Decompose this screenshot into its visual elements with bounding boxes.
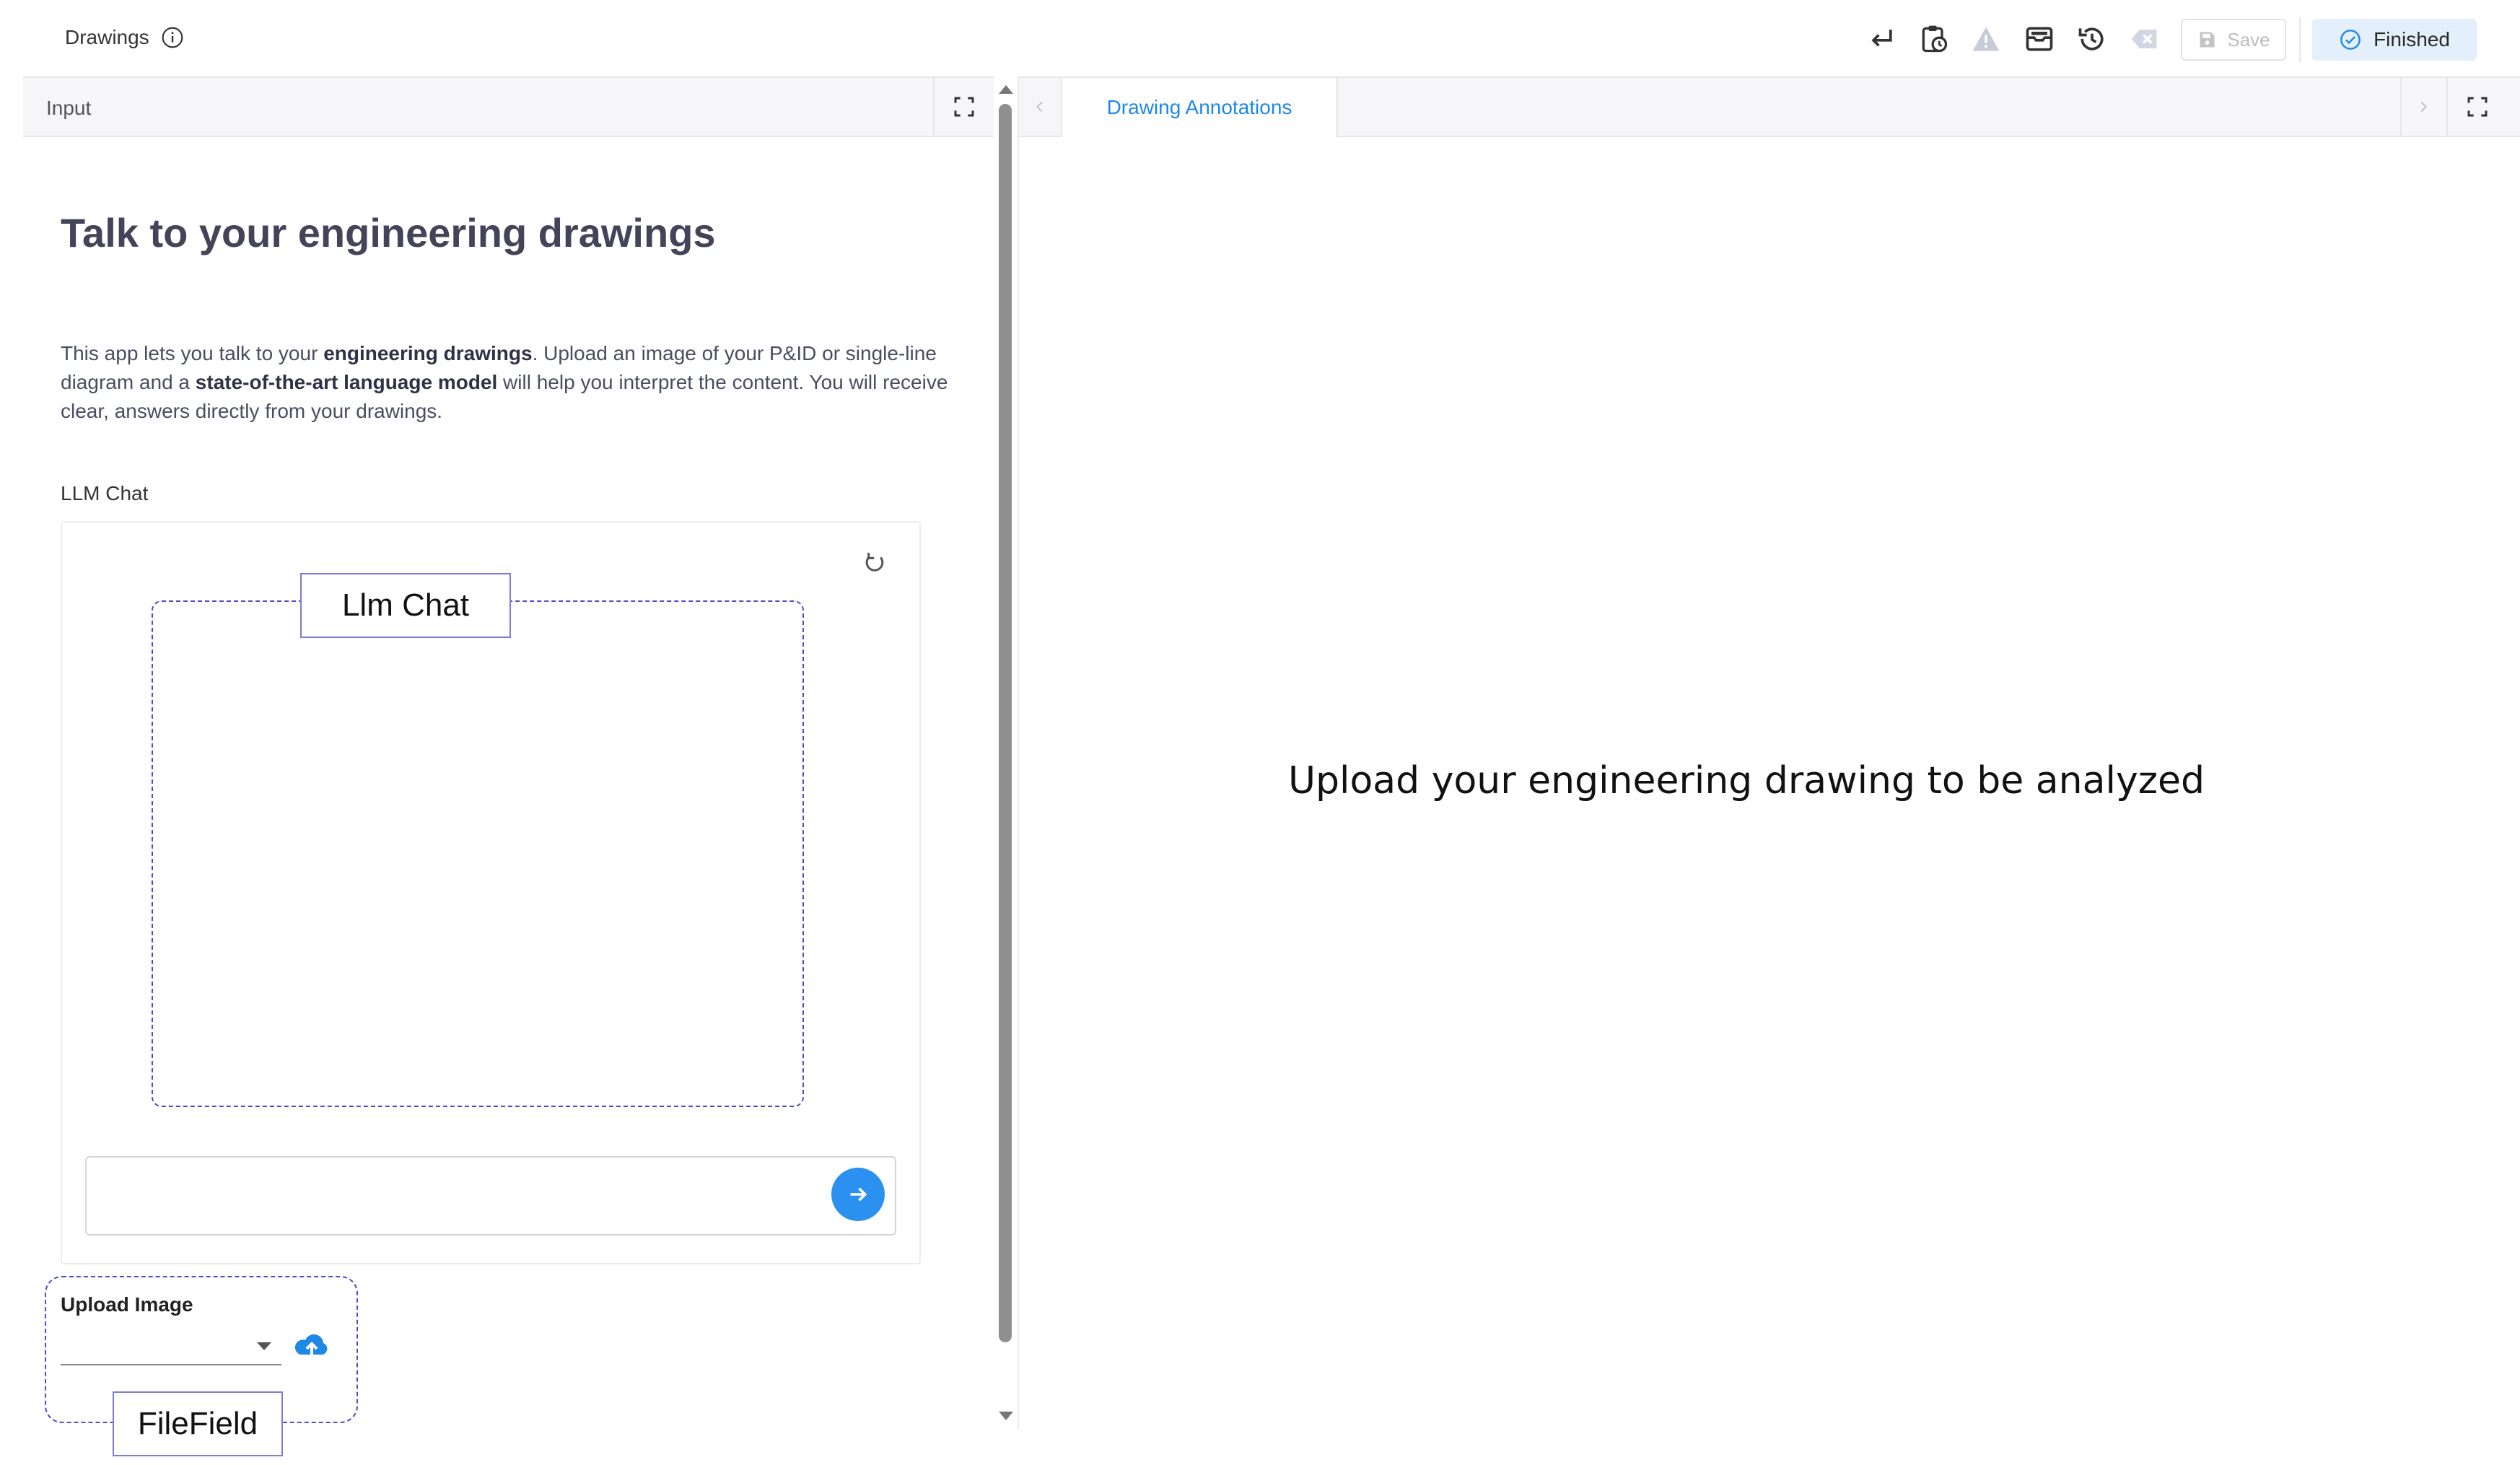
app-title-text: Drawings: [65, 26, 149, 48]
history-icon[interactable]: [2075, 22, 2109, 56]
clipboard-clock-icon[interactable]: [1917, 22, 1951, 56]
clear-icon[interactable]: [2127, 22, 2162, 56]
upload-image-label: Upload Image: [61, 1293, 193, 1316]
chevron-down-icon: [257, 1342, 271, 1350]
input-panel-header: Input: [23, 76, 994, 137]
chevron-right-icon: [2420, 101, 2427, 113]
llm-chat-card: Llm Chat: [61, 521, 921, 1264]
scroll-up-arrow-icon[interactable]: [999, 85, 1013, 94]
info-icon[interactable]: [161, 26, 184, 49]
arrow-right-icon: [850, 1187, 867, 1202]
upload-image-select[interactable]: [61, 1332, 281, 1365]
page-title: Talk to your engineering drawings: [61, 210, 716, 255]
tab-drawing-annotations[interactable]: Drawing Annotations: [1062, 76, 1338, 137]
input-panel-label: Input: [46, 97, 92, 119]
tab-scroll-right-button[interactable]: [2400, 76, 2445, 137]
return-icon[interactable]: [1864, 22, 1899, 56]
input-panel-content: Talk to your engineering drawings This a…: [23, 137, 994, 1456]
app-title: Drawings: [65, 26, 184, 49]
save-button-label: Save: [2227, 28, 2270, 51]
cloud-upload-icon[interactable]: [292, 1328, 332, 1363]
chevron-left-icon: [1036, 101, 1043, 113]
panel-divider: [1018, 76, 1019, 1429]
toolbar-separator: [2299, 17, 2301, 62]
save-button[interactable]: Save: [2181, 19, 2286, 61]
warning-icon[interactable]: [1969, 22, 2003, 56]
scrollbar-thumb[interactable]: [999, 104, 1012, 1342]
finished-button[interactable]: Finished: [2312, 19, 2477, 61]
chat-messages-area: [152, 600, 804, 1107]
inbox-icon[interactable]: [2022, 22, 2057, 56]
scroll-down-arrow-icon[interactable]: [999, 1412, 1013, 1420]
check-circle-icon: [2340, 30, 2361, 50]
refresh-icon[interactable]: [860, 548, 889, 577]
intro-paragraph: This app lets you talk to your engineeri…: [61, 342, 948, 422]
send-button[interactable]: [831, 1168, 885, 1221]
finished-button-label: Finished: [2374, 28, 2450, 51]
llm-chat-label: LLM Chat: [61, 482, 149, 504]
fullscreen-icon: [2467, 97, 2488, 117]
fullscreen-icon: [954, 97, 974, 117]
output-panel-expand-button[interactable]: [2446, 76, 2507, 137]
llm-chat-component-tag: Llm Chat: [300, 573, 511, 638]
chat-input[interactable]: [85, 1156, 896, 1236]
upload-placeholder-message: Upload your engineering drawing to be an…: [1287, 759, 2205, 803]
floppy-icon: [2200, 32, 2215, 48]
input-panel-expand-button[interactable]: [933, 76, 994, 137]
tab-scroll-left-button[interactable]: [1019, 76, 1062, 137]
filefield-component-tag: FileField: [113, 1391, 283, 1456]
